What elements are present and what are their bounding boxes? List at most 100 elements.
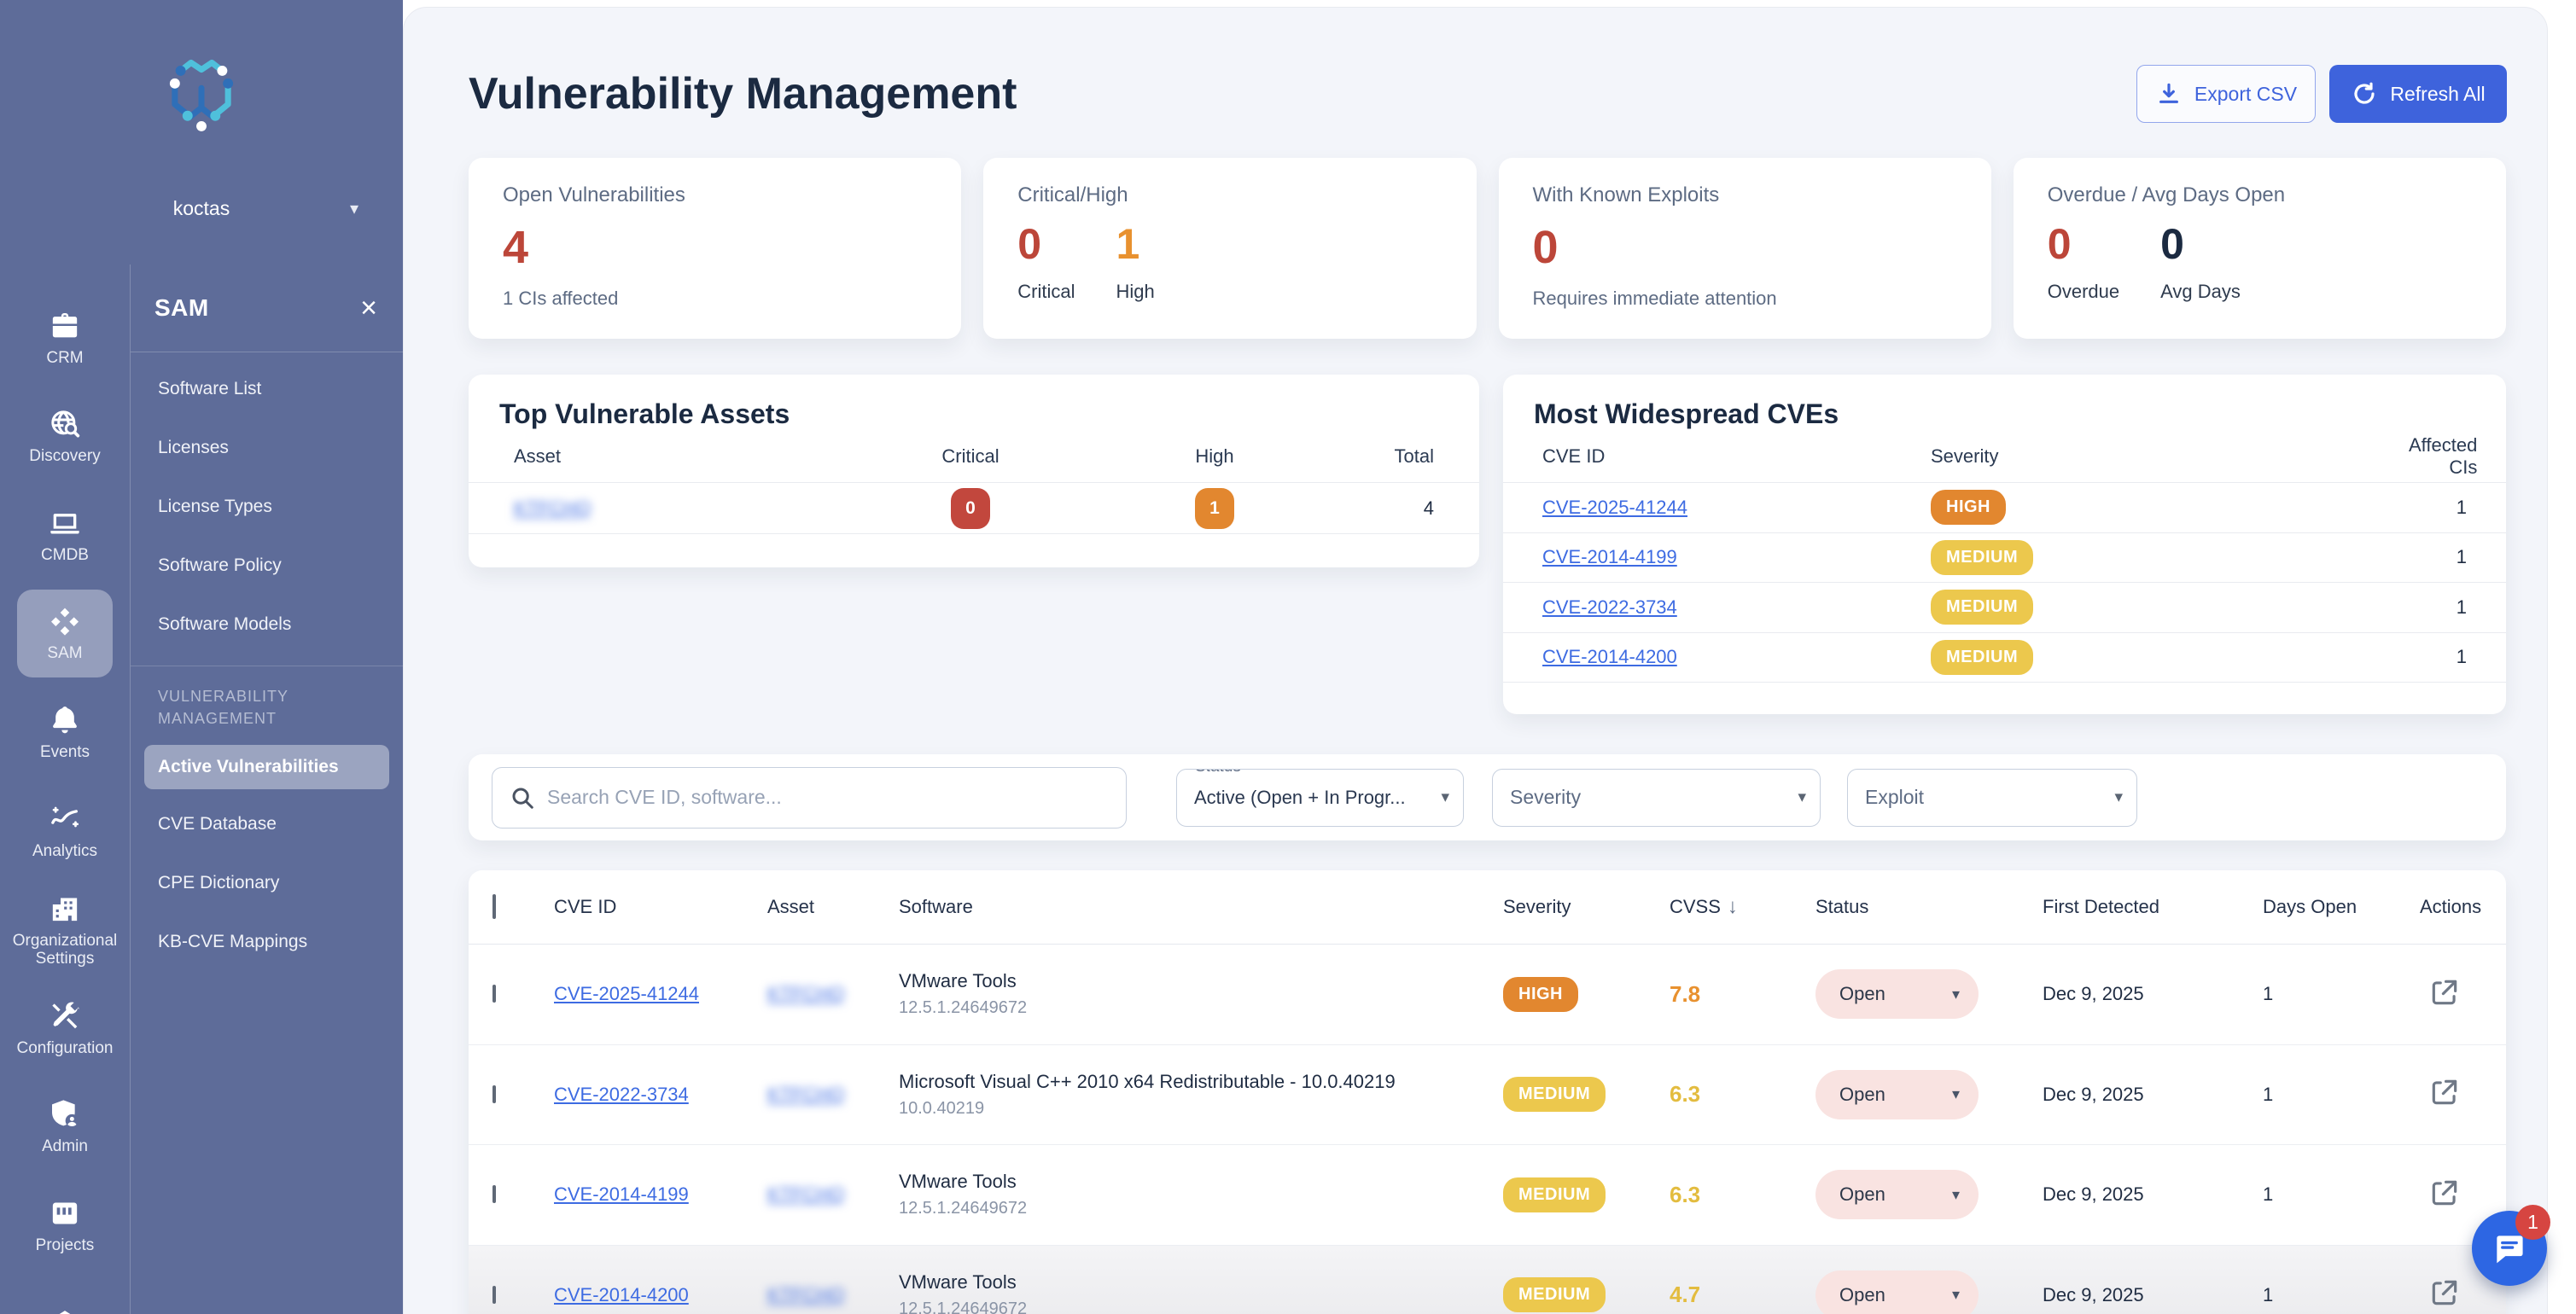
sidebar-item-organizational-settings[interactable]: Organizational Settings bbox=[0, 881, 130, 980]
affected-cis-count: 1 bbox=[2409, 596, 2467, 619]
open-details-button[interactable] bbox=[2428, 1198, 2461, 1212]
status-dropdown[interactable]: Open ▾ bbox=[1815, 1170, 1979, 1219]
kanban-board-icon bbox=[48, 1196, 82, 1230]
cve-link[interactable]: CVE-2025-41244 bbox=[554, 983, 699, 1004]
table-row: CVE-2025-41244 KTFCHQ VMware Tools 12.5.… bbox=[469, 945, 2506, 1045]
cvss-score: 6.3 bbox=[1670, 1182, 1815, 1208]
select-all-checkbox[interactable] bbox=[492, 894, 496, 919]
search-input[interactable] bbox=[547, 786, 1109, 809]
stat-value: 0 bbox=[1533, 221, 1957, 274]
column-header-first-detected: First Detected bbox=[2043, 896, 2263, 918]
first-detected-date: Dec 9, 2025 bbox=[2043, 1284, 2263, 1306]
sidebar-item-crm[interactable]: CRM bbox=[0, 288, 130, 387]
search-icon bbox=[510, 785, 535, 811]
sidebar: koctas ▾ CRM Discovery CMDB SAM Eve bbox=[0, 0, 403, 1314]
sidebar-item-software-list[interactable]: Software List bbox=[131, 359, 403, 418]
open-details-button[interactable] bbox=[2428, 1298, 2461, 1312]
stat-card-known-exploits: With Known Exploits 0 Requires immediate… bbox=[1499, 158, 1991, 339]
sidebar-item-events[interactable]: Events bbox=[0, 683, 130, 782]
sidebar-item-cpe-dictionary[interactable]: CPE Dictionary bbox=[131, 853, 403, 912]
column-header-cvss[interactable]: CVSS↓ bbox=[1670, 895, 1815, 919]
cvss-score: 7.8 bbox=[1670, 981, 1815, 1008]
exploit-filter-select[interactable]: Exploit ▾ bbox=[1847, 769, 2137, 827]
app-logo bbox=[0, 38, 403, 149]
affected-cis-count: 1 bbox=[2409, 546, 2467, 568]
sidebar-item-cve-database[interactable]: CVE Database bbox=[131, 794, 403, 853]
status-dropdown[interactable]: Open ▾ bbox=[1815, 1270, 1979, 1314]
refresh-all-button[interactable]: Refresh All bbox=[2329, 65, 2507, 123]
software-name: Microsoft Visual C++ 2010 x64 Redistribu… bbox=[899, 1071, 1503, 1093]
row-checkbox[interactable] bbox=[492, 1185, 496, 1203]
severity-badge: MEDIUM bbox=[1931, 640, 2033, 675]
sidebar-item-admin[interactable]: Admin bbox=[0, 1078, 130, 1177]
status-filter-select[interactable]: Status Active (Open + In Progr... ▾ bbox=[1176, 769, 1464, 827]
sidebar-item-analytics[interactable]: Analytics bbox=[0, 782, 130, 881]
cve-link[interactable]: CVE-2014-4199 bbox=[554, 1183, 689, 1205]
section-header-vulnerability-management: VULNERABILITY MANAGEMENT bbox=[131, 680, 387, 741]
sidebar-item-cmdb[interactable]: CMDB bbox=[0, 485, 130, 584]
asset-link[interactable]: KTFCHQ bbox=[767, 1084, 844, 1105]
sidebar-item-discovery[interactable]: Discovery bbox=[0, 387, 130, 486]
sidebar-item-software-policy[interactable]: Software Policy bbox=[131, 536, 403, 595]
sidebar-item-active-vulnerabilities[interactable]: Active Vulnerabilities bbox=[144, 745, 389, 789]
asset-link[interactable]: KTFCHQ bbox=[514, 497, 591, 519]
cve-link[interactable]: CVE-2014-4200 bbox=[1542, 646, 1677, 667]
cve-link[interactable]: CVE-2025-41244 bbox=[1542, 497, 1687, 518]
days-open-count: 1 bbox=[2263, 983, 2420, 1005]
stat-mini-label: Critical bbox=[1017, 281, 1075, 303]
sidebar-item-label: CRM bbox=[46, 349, 83, 367]
column-header-affected-cis: Affected CIs bbox=[2409, 434, 2477, 479]
export-csv-button[interactable]: Export CSV bbox=[2136, 65, 2316, 123]
bank-check-icon bbox=[48, 1307, 82, 1314]
sidebar-item-sam[interactable]: SAM bbox=[0, 584, 130, 683]
sidebar-item-projects[interactable]: Projects bbox=[0, 1176, 130, 1275]
open-details-button[interactable] bbox=[2428, 997, 2461, 1012]
cve-link[interactable]: CVE-2014-4200 bbox=[554, 1284, 689, 1305]
chevron-down-icon: ▾ bbox=[1952, 986, 1960, 1003]
sidebar-item-governance[interactable] bbox=[0, 1275, 130, 1314]
cve-link[interactable]: CVE-2014-4199 bbox=[1542, 546, 1677, 567]
column-header-days-open: Days Open bbox=[2263, 896, 2420, 918]
sidebar-item-software-models[interactable]: Software Models bbox=[131, 595, 403, 654]
row-checkbox[interactable] bbox=[492, 1286, 496, 1304]
status-value: Open bbox=[1839, 1084, 1885, 1106]
close-icon[interactable]: × bbox=[360, 294, 377, 323]
cvss-score: 6.3 bbox=[1670, 1081, 1815, 1108]
sidebar-item-configuration[interactable]: Configuration bbox=[0, 979, 130, 1078]
stat-subtext: Requires immediate attention bbox=[1533, 288, 1957, 310]
sidebar-item-license-types[interactable]: License Types bbox=[131, 477, 403, 536]
severity-filter-select[interactable]: Severity ▾ bbox=[1492, 769, 1821, 827]
tenant-selector[interactable]: koctas ▾ bbox=[0, 186, 403, 230]
sidebar-item-licenses[interactable]: Licenses bbox=[131, 418, 403, 477]
asset-link[interactable]: KTFCHQ bbox=[767, 1284, 844, 1305]
row-checkbox[interactable] bbox=[492, 1085, 496, 1103]
asset-link[interactable]: KTFCHQ bbox=[767, 1183, 844, 1205]
stat-value: 0 bbox=[2048, 219, 2119, 269]
status-dropdown[interactable]: Open ▾ bbox=[1815, 1070, 1979, 1119]
stat-card-overdue-avg-days: Overdue / Avg Days Open 0 Overdue 0 Avg … bbox=[2014, 158, 2506, 339]
stat-label: Critical/High bbox=[1017, 183, 1442, 207]
row-checkbox[interactable] bbox=[492, 985, 496, 1003]
open-details-button[interactable] bbox=[2428, 1097, 2461, 1112]
sidebar-item-label: Events bbox=[40, 743, 90, 761]
sidebar-item-label: Analytics bbox=[32, 842, 97, 860]
cve-link[interactable]: CVE-2022-3734 bbox=[554, 1084, 689, 1105]
column-header-cve-id: CVE ID bbox=[1542, 445, 1931, 468]
sidebar-item-kb-cve-mappings[interactable]: KB-CVE Mappings bbox=[131, 912, 403, 971]
top-vulnerable-assets-card: Top Vulnerable Assets Asset Critical Hig… bbox=[469, 375, 1479, 567]
app-window: koctas ▾ CRM Discovery CMDB SAM Eve bbox=[0, 0, 2576, 1314]
trend-sparkle-icon bbox=[48, 802, 82, 836]
stat-high: 1 High bbox=[1116, 219, 1154, 303]
cve-link[interactable]: CVE-2022-3734 bbox=[1542, 596, 1677, 618]
asset-link[interactable]: KTFCHQ bbox=[767, 983, 844, 1004]
software-version: 12.5.1.24649672 bbox=[899, 998, 1503, 1018]
status-dropdown[interactable]: Open ▾ bbox=[1815, 969, 1979, 1019]
column-header-asset: Asset bbox=[514, 445, 851, 468]
search-box bbox=[492, 767, 1127, 829]
days-open-count: 1 bbox=[2263, 1284, 2420, 1306]
stat-overdue: 0 Overdue bbox=[2048, 219, 2119, 303]
chat-unread-badge: 1 bbox=[2515, 1205, 2550, 1240]
stat-mini-label: High bbox=[1116, 281, 1154, 303]
stat-mini-label: Overdue bbox=[2048, 281, 2119, 303]
table-row: CVE-2014-4199 MEDIUM 1 bbox=[1503, 533, 2506, 584]
